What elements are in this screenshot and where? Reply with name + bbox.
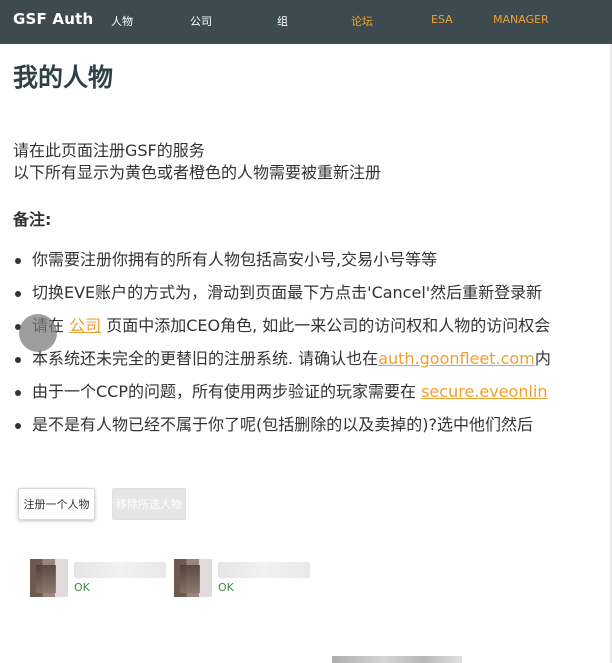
character-name-redacted: [74, 562, 166, 578]
status-badge: OK: [218, 581, 234, 594]
note-text: 本系统还未完全的更替旧的注册系统. 请确认也在: [32, 349, 379, 368]
nav-item-corporation[interactable]: 公司: [190, 13, 212, 29]
note-text: 你需要注册你拥有的所有人物包括高安小号,交易小号等等: [32, 250, 438, 269]
character-card[interactable]: OK: [30, 559, 170, 599]
intro-line-2: 以下所有显示为黄色或者橙色的人物需要被重新注册: [13, 163, 382, 182]
status-badge: OK: [74, 581, 90, 594]
cursor-indicator: [19, 314, 57, 352]
top-navbar: GSF Auth 人物 公司 组 论坛 ESA MANAGER: [0, 0, 612, 44]
brand-logo-text[interactable]: GSF Auth: [13, 10, 93, 28]
character-name-redacted: [218, 562, 310, 578]
notes-heading: 备注:: [13, 210, 52, 229]
nav-item-characters[interactable]: 人物: [111, 13, 133, 29]
auth-goonfleet-link[interactable]: auth.goonfleet.com: [378, 349, 535, 368]
nav-item-forum[interactable]: 论坛: [351, 13, 373, 29]
secure-eveonline-link[interactable]: secure.eveonlin: [421, 382, 547, 401]
note-item: 由于一个CCP的问题，所有使用两步验证的玩家需要在 secure.eveonli…: [13, 382, 612, 415]
main-content: 我的人物 请在此页面注册GSF的服务 以下所有显示为黄色或者橙色的人物需要被重新…: [0, 44, 612, 663]
nav-item-groups[interactable]: 组: [277, 13, 288, 29]
note-item: 切换EVE账户的方式为，滑动到页面最下方点击'Cancel'然后重新登录新: [13, 283, 612, 316]
corporation-link[interactable]: 公司: [69, 316, 101, 335]
note-item: 你需要注册你拥有的所有人物包括高安小号,交易小号等等: [13, 250, 612, 283]
redacted-text: [332, 656, 462, 663]
notes-list: 你需要注册你拥有的所有人物包括高安小号,交易小号等等 切换EVE账户的方式为，滑…: [13, 250, 612, 448]
avatar: [174, 559, 212, 597]
note-item: 本系统还未完全的更替旧的注册系统. 请确认也在auth.goonfleet.co…: [13, 349, 612, 382]
note-text: 是不是有人物已经不属于你了呢(包括删除的以及卖掉的)?选中他们然后: [32, 415, 533, 434]
nav-item-esa[interactable]: ESA: [431, 13, 453, 26]
register-character-button[interactable]: 注册一个人物: [18, 488, 95, 520]
remove-selected-button[interactable]: 移除所选人物: [112, 488, 186, 520]
note-text: 内: [534, 349, 551, 368]
intro-line-1: 请在此页面注册GSF的服务: [13, 141, 205, 160]
character-card[interactable]: OK: [174, 559, 314, 599]
note-text: 切换EVE账户的方式为，滑动到页面最下方点击'Cancel'然后重新登录新: [32, 283, 543, 302]
page-title: 我的人物: [13, 63, 114, 92]
avatar: [30, 559, 68, 597]
note-text: 由于一个CCP的问题，所有使用两步验证的玩家需要在: [32, 382, 422, 401]
note-item: 是不是有人物已经不属于你了呢(包括删除的以及卖掉的)?选中他们然后: [13, 415, 612, 448]
nav-item-manager[interactable]: MANAGER: [493, 13, 549, 26]
note-item: 请在 公司 页面中添加CEO角色, 如此一来公司的访问权和人物的访问权会: [13, 316, 612, 349]
intro-text: 请在此页面注册GSF的服务 以下所有显示为黄色或者橙色的人物需要被重新注册: [13, 140, 381, 184]
note-text: 页面中添加CEO角色, 如此一来公司的访问权和人物的访问权会: [101, 316, 551, 335]
